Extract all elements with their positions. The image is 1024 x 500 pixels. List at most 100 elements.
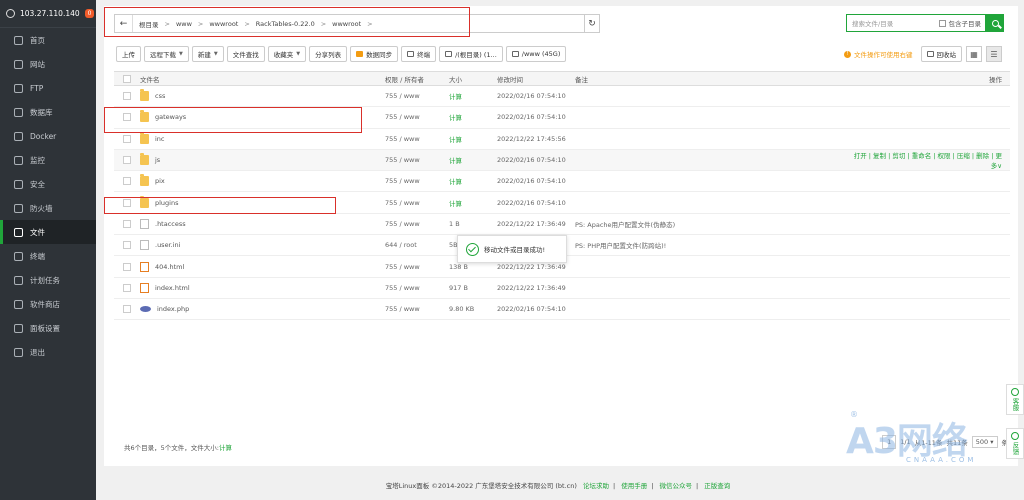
file-name[interactable]: pix [155,177,165,185]
table-row[interactable]: css 755 / www 计算 2022/02/16 07:54:10 [114,86,1010,108]
toolbar-button-7[interactable]: 终端 [401,46,437,62]
sidebar-item-2[interactable]: FTP [0,76,96,100]
size-cell[interactable]: 计算 [449,198,497,208]
search-box[interactable]: 搜索文件/目录 包含子目录 [846,14,986,32]
perm-cell[interactable]: 755 / www [385,305,449,313]
table-row[interactable]: pix 755 / www 计算 2022/02/16 07:54:10 [114,171,1010,193]
size-cell[interactable]: 计算 [449,112,497,122]
sidebar-item-8[interactable]: 文件 [0,220,96,244]
manual-link[interactable]: 使用手册 [621,482,647,490]
search-button[interactable] [986,14,1004,32]
row-checkbox[interactable] [123,177,131,186]
table-row[interactable]: index.html 755 / www 917 B 2022/12/22 17:36… [114,278,1010,299]
file-name-cell[interactable]: index.php [140,305,385,313]
perm-cell[interactable]: 755 / www [385,113,449,121]
sidebar-item-4[interactable]: Docker [0,124,96,148]
file-name-cell[interactable]: .user.ini [140,240,385,251]
wechat-link[interactable]: 微信公众号 [660,482,693,490]
calc-size-link[interactable]: 计算 [219,444,232,452]
notification-badge[interactable]: 0 [84,9,95,18]
perm-cell[interactable]: 755 / www [385,263,449,271]
perm-cell[interactable]: 644 / root [385,241,449,249]
sidebar-item-3[interactable]: 数据库 [0,100,96,124]
refresh-button[interactable]: ↻ [584,14,600,33]
forum-link[interactable]: 论坛求助 [583,482,609,490]
row-checkbox[interactable] [123,241,131,250]
table-row[interactable]: index.php 755 / www 9.80 KB 2022/02/16 07:5… [114,299,1010,321]
toolbar-button-3[interactable]: 文件查找 [226,46,265,62]
row-checkbox[interactable] [123,156,131,165]
file-name-cell[interactable]: css [140,89,385,102]
check-icon [466,242,479,256]
sidebar-item-12[interactable]: 面板设置 [0,316,96,340]
file-name-cell[interactable]: pix [140,174,385,187]
row-checkbox[interactable] [123,305,131,314]
size-cell[interactable]: 计算 [449,155,497,165]
sidebar-item-13[interactable]: 退出 [0,340,96,364]
note-cell[interactable]: PS: PHP用户配置文件(防跨站)! [575,240,850,250]
perm-cell[interactable]: 755 / www [385,92,449,100]
file-name[interactable]: index.html [155,284,190,292]
recycle-bin-button[interactable]: 回收站 [920,46,962,62]
file-name[interactable]: index.php [157,305,189,313]
header-size[interactable]: 大小 [449,74,497,84]
sidebar-item-9[interactable]: 终端 [0,244,96,268]
grid-view-button[interactable]: ▦ [966,46,982,62]
file-name-cell[interactable]: inc [140,131,385,144]
row-checkbox[interactable] [123,283,131,292]
perm-cell[interactable]: 755 / www [385,156,449,164]
file-name[interactable]: .user.ini [155,241,180,249]
sidebar-item-11[interactable]: 软件商店 [0,292,96,316]
list-view-button[interactable]: ☰ [986,46,1002,62]
file-name-cell[interactable]: index.html [140,282,385,293]
file-name-cell[interactable]: js [140,153,385,166]
sidebar-item-6[interactable]: 安全 [0,172,96,196]
sidebar-item-5[interactable]: 监控 [0,148,96,172]
perm-cell[interactable]: 755 / www [385,284,449,292]
perm-cell[interactable]: 755 / www [385,135,449,143]
perm-cell[interactable]: 755 / www [385,199,449,207]
toolbar-button-5[interactable]: 分享列表 [309,46,348,62]
note-cell[interactable]: PS: Apache用户配置文件(伪静态) [575,219,850,229]
row-actions[interactable]: 打开 | 复制 | 剪切 | 重命名 | 权限 | 压缩 | 删除 | 更多∨ [854,152,1002,170]
size-cell[interactable]: 计算 [449,176,497,186]
server-header[interactable]: 103.27.110.140 0 [0,0,96,28]
file-name[interactable]: inc [155,135,165,143]
perm-cell[interactable]: 755 / www [385,177,449,185]
header-perm[interactable]: 权限 / 所有者 [385,74,449,84]
header-name[interactable]: 文件名 [140,74,385,84]
size-cell[interactable]: 计算 [449,91,497,101]
toolbar-button-9[interactable]: /www (45G) [505,46,567,62]
table-row[interactable]: .htaccess 755 / www 1 B 2022/12/22 17:36:49… [114,214,1010,236]
customer-service-tab[interactable]: 客服 [1006,384,1024,415]
toolbar-button-4[interactable]: 收藏夹 ▼ [267,46,307,62]
sidebar-item-10[interactable]: 计划任务 [0,268,96,292]
row-checkbox[interactable] [123,262,131,271]
row-checkbox[interactable] [123,134,131,143]
select-all-checkbox[interactable] [123,74,131,83]
row-checkbox[interactable] [123,92,131,101]
search-input[interactable]: 搜索文件/目录 [847,18,939,28]
header-time[interactable]: 修改时间 [497,74,575,84]
toolbar-button-0[interactable]: 上传 [116,46,141,62]
file-name[interactable]: css [155,92,165,100]
feedback-tab[interactable]: 反馈 [1006,428,1024,459]
file-name-cell[interactable]: 404.html [140,261,385,272]
include-subdir-checkbox[interactable]: 包含子目录 [938,18,986,28]
file-name[interactable]: 404.html [155,263,184,271]
sidebar-item-1[interactable]: 网站 [0,52,96,76]
toolbar-button-8[interactable]: /(根目录) (1... [439,46,503,62]
file-name[interactable]: .htaccess [155,220,186,228]
table-row[interactable]: js 755 / www 计算 2022/02/16 07:54:10 打开 | 复制 … [114,149,1010,172]
perm-cell[interactable]: 755 / www [385,220,449,228]
sidebar-item-7[interactable]: 防火墙 [0,196,96,220]
toolbar-button-6[interactable]: 数据同步 [350,46,399,62]
size-cell[interactable]: 计算 [449,134,497,144]
toolbar-button-2[interactable]: 新建 ▼ [191,46,224,62]
file-name[interactable]: js [155,156,160,164]
file-name-cell[interactable]: .htaccess [140,218,385,229]
license-link[interactable]: 正版查询 [704,482,730,490]
row-checkbox[interactable] [123,219,131,228]
sidebar-item-0[interactable]: 首页 [0,28,96,52]
toolbar-button-1[interactable]: 远程下载 ▼ [144,46,189,62]
